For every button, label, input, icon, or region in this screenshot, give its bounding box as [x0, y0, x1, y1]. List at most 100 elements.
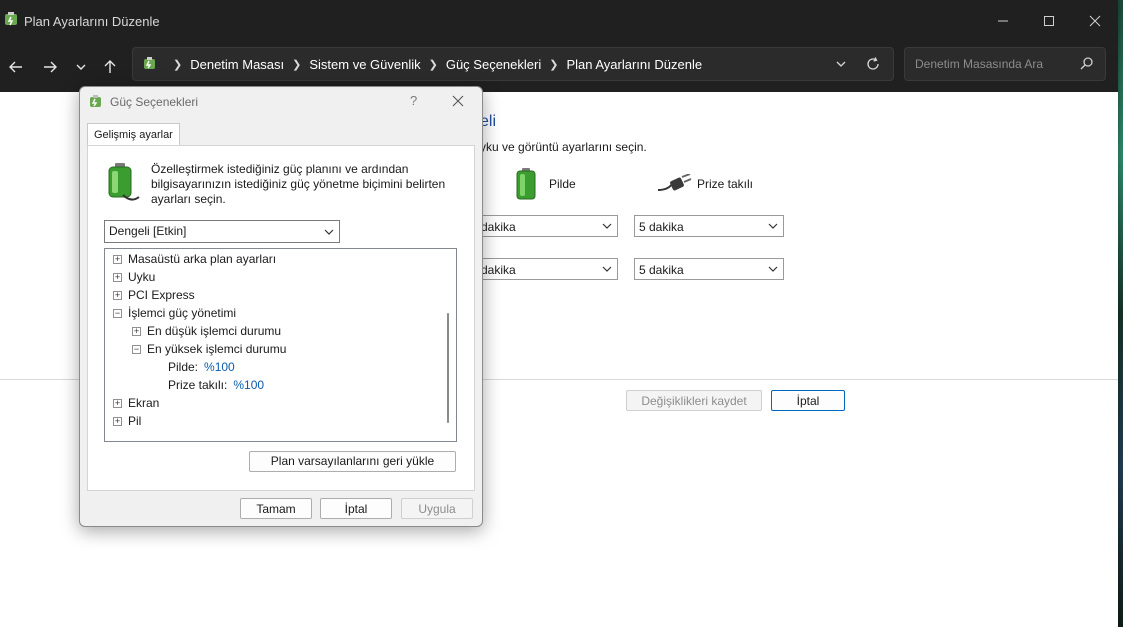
tree-item-label: Ekran — [128, 396, 160, 410]
tree-item-plugged-in: Prize takılı: %100 — [168, 376, 264, 394]
tree-item-battery[interactable]: + Pil — [113, 412, 141, 430]
collapse-icon[interactable]: − — [132, 344, 141, 354]
scrollbar-thumb[interactable] — [447, 313, 449, 423]
chevron-down-icon — [768, 266, 778, 272]
cancel-button[interactable]: İptal — [771, 390, 845, 411]
expand-icon[interactable]: + — [132, 326, 141, 336]
dialog-cancel-button[interactable]: İptal — [320, 498, 392, 519]
title-bar: Plan Ayarlarını Düzenle — [0, 0, 1118, 42]
tree-item-label: İşlemci güç yönetimi — [128, 306, 237, 320]
chevron-down-icon — [602, 223, 612, 229]
column-label-battery: Pilde — [549, 177, 576, 191]
page-subtitle: yku ve görüntü ayarlarını seçin. — [480, 140, 647, 154]
up-button[interactable] — [98, 55, 122, 79]
back-button[interactable] — [4, 55, 28, 79]
chevron-right-icon: ❯ — [292, 58, 302, 71]
search-icon[interactable] — [1080, 56, 1094, 70]
settings-tree: + Masaüstü arka plan ayarları + Uyku + P… — [104, 248, 457, 442]
plug-icon — [658, 174, 692, 191]
tree-item-label: Masaüstü arka plan ayarları — [128, 252, 277, 266]
navigation-bar: ❯ Denetim Masası ❯ Sistem ve Güvenlik ❯ … — [0, 42, 1118, 92]
breadcrumb-item-system-security[interactable]: Sistem ve Güvenlik — [309, 57, 420, 72]
close-button[interactable] — [1072, 0, 1118, 42]
chevron-down-icon — [768, 223, 778, 229]
chevron-down-icon — [76, 64, 86, 70]
refresh-icon[interactable] — [865, 56, 881, 72]
expand-icon[interactable]: + — [113, 254, 122, 264]
breadcrumb-item-control-panel[interactable]: Denetim Masası — [190, 57, 284, 72]
ok-button[interactable]: Tamam — [240, 498, 312, 519]
expand-icon[interactable]: + — [113, 272, 122, 282]
setting-value-link[interactable]: %100 — [204, 360, 235, 374]
tree-item-on-battery: Pilde: %100 — [168, 358, 235, 376]
setting-value-link[interactable]: %100 — [233, 378, 264, 392]
help-button[interactable]: ? — [410, 93, 417, 108]
sleep-battery-select[interactable]: dakika — [476, 258, 618, 280]
restore-defaults-button[interactable]: Plan varsayılanlarını geri yükle — [249, 451, 456, 472]
battery-icon — [516, 168, 536, 200]
expand-icon[interactable]: + — [113, 416, 122, 426]
column-label-plugged: Prize takılı — [697, 177, 754, 191]
power-options-dialog: Güç Seçenekleri ? Gelişmiş ayarlar Özell… — [79, 86, 483, 527]
breadcrumb-item-edit-plan[interactable]: Plan Ayarlarını Düzenle — [566, 57, 702, 72]
arrow-left-icon — [9, 61, 22, 73]
power-options-icon — [5, 12, 17, 26]
tree-item-min-processor-state[interactable]: + En düşük işlemci durumu — [132, 322, 281, 340]
tree-item-label: En düşük işlemci durumu — [147, 324, 282, 338]
chevron-down-icon — [602, 266, 612, 272]
control-panel-icon — [144, 57, 155, 69]
tree-item-desktop-background[interactable]: + Masaüstü arka plan ayarları — [113, 250, 276, 268]
close-icon[interactable] — [451, 94, 465, 108]
forward-button[interactable] — [38, 55, 62, 79]
minimize-button[interactable] — [980, 0, 1026, 42]
battery-plug-icon — [108, 163, 140, 201]
arrow-up-icon — [104, 60, 116, 73]
sleep-plugged-select[interactable]: 5 dakika — [634, 258, 784, 280]
recent-locations-button[interactable] — [69, 55, 93, 79]
chevron-right-icon: ❯ — [428, 58, 438, 71]
breadcrumb-item-power-options[interactable]: Güç Seçenekleri — [446, 57, 541, 72]
tree-item-pci-express[interactable]: + PCI Express — [113, 286, 195, 304]
tree-scrollbar[interactable] — [443, 251, 453, 437]
tab-advanced-settings[interactable]: Gelişmiş ayarlar — [87, 123, 180, 146]
search-box — [904, 47, 1106, 81]
tree-item-label: PCI Express — [128, 288, 195, 302]
search-input[interactable] — [913, 48, 1077, 80]
tree-item-display[interactable]: + Ekran — [113, 394, 159, 412]
expand-icon[interactable]: + — [113, 290, 122, 300]
display-off-plugged-select[interactable]: 5 dakika — [634, 215, 784, 237]
select-value: 5 dakika — [639, 263, 684, 277]
chevron-right-icon: ❯ — [549, 58, 559, 71]
tree-item-label: Pilde: — [168, 360, 199, 374]
arrow-right-icon — [44, 61, 57, 73]
tree-item-max-processor-state[interactable]: − En yüksek işlemci durumu — [132, 340, 286, 358]
chevron-right-icon: ❯ — [173, 58, 183, 71]
tree-item-label: Pil — [128, 414, 142, 428]
advanced-settings-panel: Özelleştirmek istediğiniz güç planını ve… — [87, 145, 475, 491]
close-icon — [1089, 15, 1101, 27]
window-title: Plan Ayarlarını Düzenle — [24, 14, 160, 29]
maximize-button[interactable] — [1026, 0, 1072, 42]
apply-button[interactable]: Uygula — [401, 498, 473, 519]
breadcrumb: ❯ Denetim Masası ❯ Sistem ve Güvenlik ❯ … — [141, 48, 702, 80]
select-value: Dengeli [Etkin] — [109, 224, 187, 238]
tree-item-label: Uyku — [128, 270, 156, 284]
dialog-title: Güç Seçenekleri — [110, 95, 199, 109]
save-changes-button[interactable]: Değişiklikleri kaydet — [626, 390, 762, 411]
select-value: 5 dakika — [639, 220, 684, 234]
dialog-description: Özelleştirmek istediğiniz güç planını ve… — [151, 162, 446, 206]
tree-item-processor-power[interactable]: − İşlemci güç yönetimi — [113, 304, 236, 322]
collapse-icon[interactable]: − — [113, 308, 122, 318]
power-options-icon — [90, 95, 101, 107]
address-bar[interactable]: ❯ Denetim Masası ❯ Sistem ve Güvenlik ❯ … — [132, 47, 894, 81]
expand-icon[interactable]: + — [113, 398, 122, 408]
chevron-down-icon — [324, 229, 334, 235]
display-off-battery-select[interactable]: dakika — [476, 215, 618, 237]
address-dropdown-icon[interactable] — [833, 56, 849, 72]
select-value: dakika — [481, 220, 516, 234]
power-plan-select[interactable]: Dengeli [Etkin] — [104, 220, 340, 243]
tree-item-label: En yüksek işlemci durumu — [147, 342, 287, 356]
tree-item-sleep[interactable]: + Uyku — [113, 268, 155, 286]
minimize-icon — [998, 20, 1008, 22]
tree-item-label: Prize takılı: — [168, 378, 228, 392]
